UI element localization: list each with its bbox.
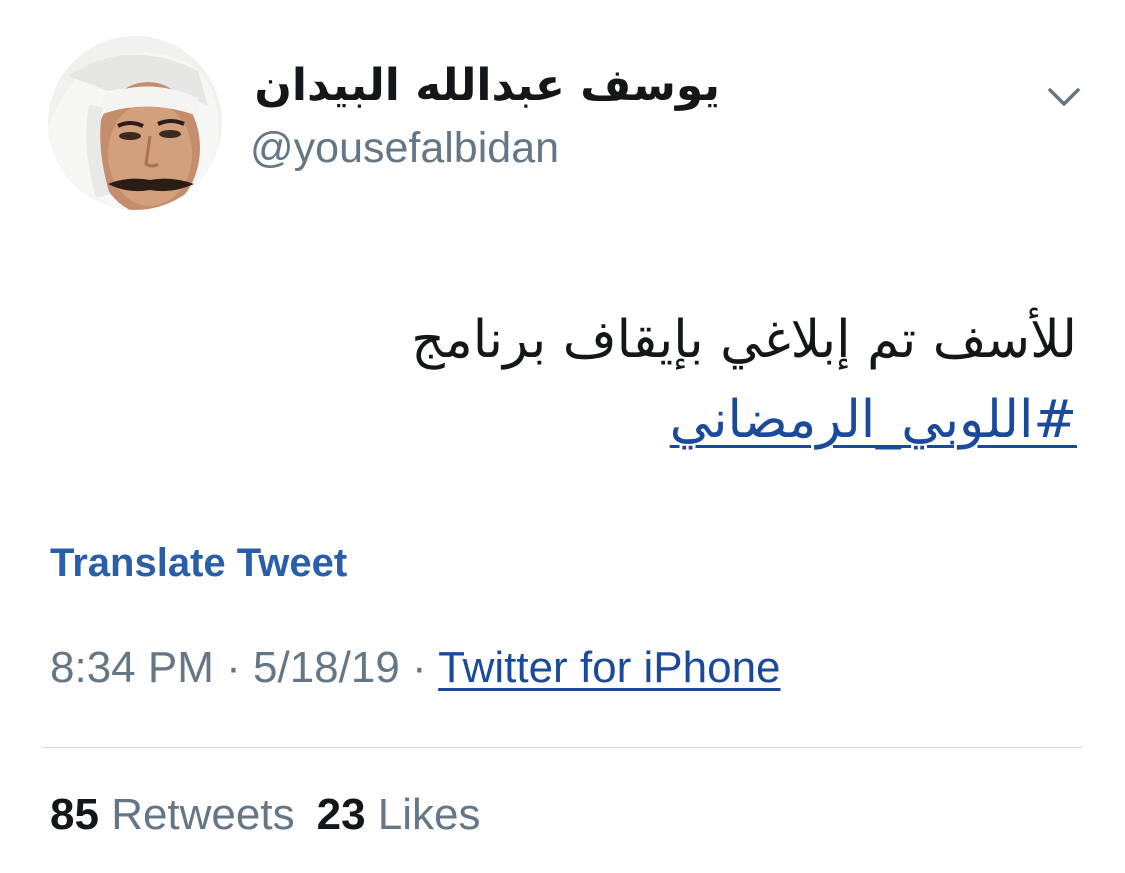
tweet-stats: 85 Retweets 23 Likes [50, 790, 481, 840]
avatar-photo [48, 36, 222, 210]
likes-stat[interactable]: 23 Likes [317, 790, 481, 839]
retweets-label: Retweets [111, 790, 295, 839]
tweet-metadata: 8:34 PM · 5/18/19 · Twitter for iPhone [50, 643, 781, 693]
tweet-text-line: للأسف تم إبلاغي بإيقاف برنامج [411, 310, 1077, 370]
translate-tweet-link[interactable]: Translate Tweet [50, 541, 347, 586]
tweet-source-link[interactable]: Twitter for iPhone [438, 643, 780, 692]
retweets-count: 85 [50, 790, 99, 839]
author-avatar[interactable] [48, 36, 222, 210]
author-handle[interactable]: @yousefalbidan [250, 124, 559, 173]
divider [43, 747, 1082, 748]
chevron-down-icon[interactable] [1044, 82, 1084, 110]
hashtag-link[interactable]: #اللوبي_الرمضاني [670, 390, 1077, 450]
author-display-name[interactable]: يوسف عبدالله البيدان [254, 60, 720, 111]
likes-label: Likes [377, 790, 481, 839]
retweets-stat[interactable]: 85 Retweets [50, 790, 295, 839]
tweet-time: 8:34 PM [50, 643, 214, 692]
likes-count: 23 [316, 790, 366, 839]
meta-separator: · [412, 643, 427, 692]
tweet-text: للأسف تم إبلاغي بإيقاف برنامج #اللوبي_ال… [47, 300, 1077, 460]
meta-separator: · [226, 643, 241, 692]
tweet-date: 5/18/19 [253, 643, 400, 692]
